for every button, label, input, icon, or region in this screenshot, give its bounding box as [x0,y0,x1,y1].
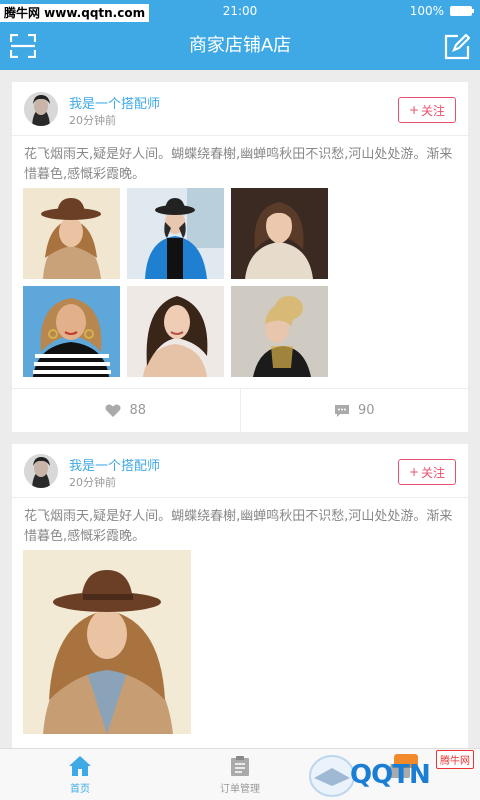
follow-label: 关注 [421,103,446,118]
home-icon [69,755,91,776]
post-header: 我是一个搭配师 20分钟前 + 关注 [12,82,468,136]
follow-button[interactable]: + 关注 [398,459,456,485]
post-photo[interactable] [231,188,328,279]
follow-button[interactable]: + 关注 [398,97,456,123]
post-card: 我是一个搭配师 20分钟前 + 关注 花飞烟雨天,疑是好人间。蝴蝶绕春榭,幽蝉鸣… [12,444,468,748]
tab-label: 订单管理 [220,783,260,795]
comment-button[interactable]: 90 [239,389,469,432]
avatar[interactable] [24,92,58,126]
battery-percent: 100% [409,4,444,18]
page-title: 商家店铺A店 [188,35,292,56]
post-actions: 88 90 [12,388,468,432]
post-photo[interactable] [23,550,191,734]
post-photo[interactable] [127,188,224,279]
plus-icon: + [408,465,420,479]
author-name[interactable]: 我是一个搭配师 [69,455,160,474]
comment-icon [334,404,349,417]
post-text: 花飞烟雨天,疑是好人间。蝴蝶绕春榭,幽蝉鸣秋田不识愁,河山处处游。渐来惜暮色,感… [24,509,453,544]
battery-icon [450,6,474,16]
status-battery: 100% [409,0,474,22]
post-photo[interactable] [23,188,120,279]
tab-home[interactable]: 首页 [0,749,160,800]
tab-label: 首页 [70,783,90,795]
post-photo[interactable] [231,286,328,377]
heart-icon [105,404,121,417]
tab-orders[interactable]: 订单管理 [160,749,320,800]
plus-icon: + [408,103,420,117]
site-watermark-logo: QQTN 腾牛网 [302,742,480,800]
post-time: 20分钟前 [69,114,116,127]
post-photo[interactable] [127,286,224,377]
like-count: 88 [129,403,147,418]
post-time: 20分钟前 [69,476,116,489]
post-card: 我是一个搭配师 20分钟前 + 关注 花飞烟雨天,疑是好人间。蝴蝶绕春榭,幽蝉鸣… [12,82,468,432]
post-photo[interactable] [23,286,120,377]
clipboard-icon [231,755,249,776]
follow-label: 关注 [421,465,446,480]
comment-count: 90 [357,403,375,418]
watermark-site-text: 腾牛网 [436,750,474,769]
post-header: 我是一个搭配师 20分钟前 + 关注 [12,444,468,498]
post-text: 花飞烟雨天,疑是好人间。蝴蝶绕春榭,幽蝉鸣秋田不识愁,河山处处游。渐来惜暮色,感… [24,147,453,182]
app-header: 商家店铺A店 [0,22,480,70]
avatar[interactable] [24,454,58,488]
site-watermark: 腾牛网 www.qqtn.com [0,4,150,22]
watermark-logo-text: QQTN [350,760,431,790]
edit-icon[interactable] [444,34,470,60]
author-name[interactable]: 我是一个搭配师 [69,93,160,112]
post-feed[interactable]: 我是一个搭配师 20分钟前 + 关注 花飞烟雨天,疑是好人间。蝴蝶绕春榭,幽蝉鸣… [0,70,480,748]
like-button[interactable]: 88 [12,389,240,432]
